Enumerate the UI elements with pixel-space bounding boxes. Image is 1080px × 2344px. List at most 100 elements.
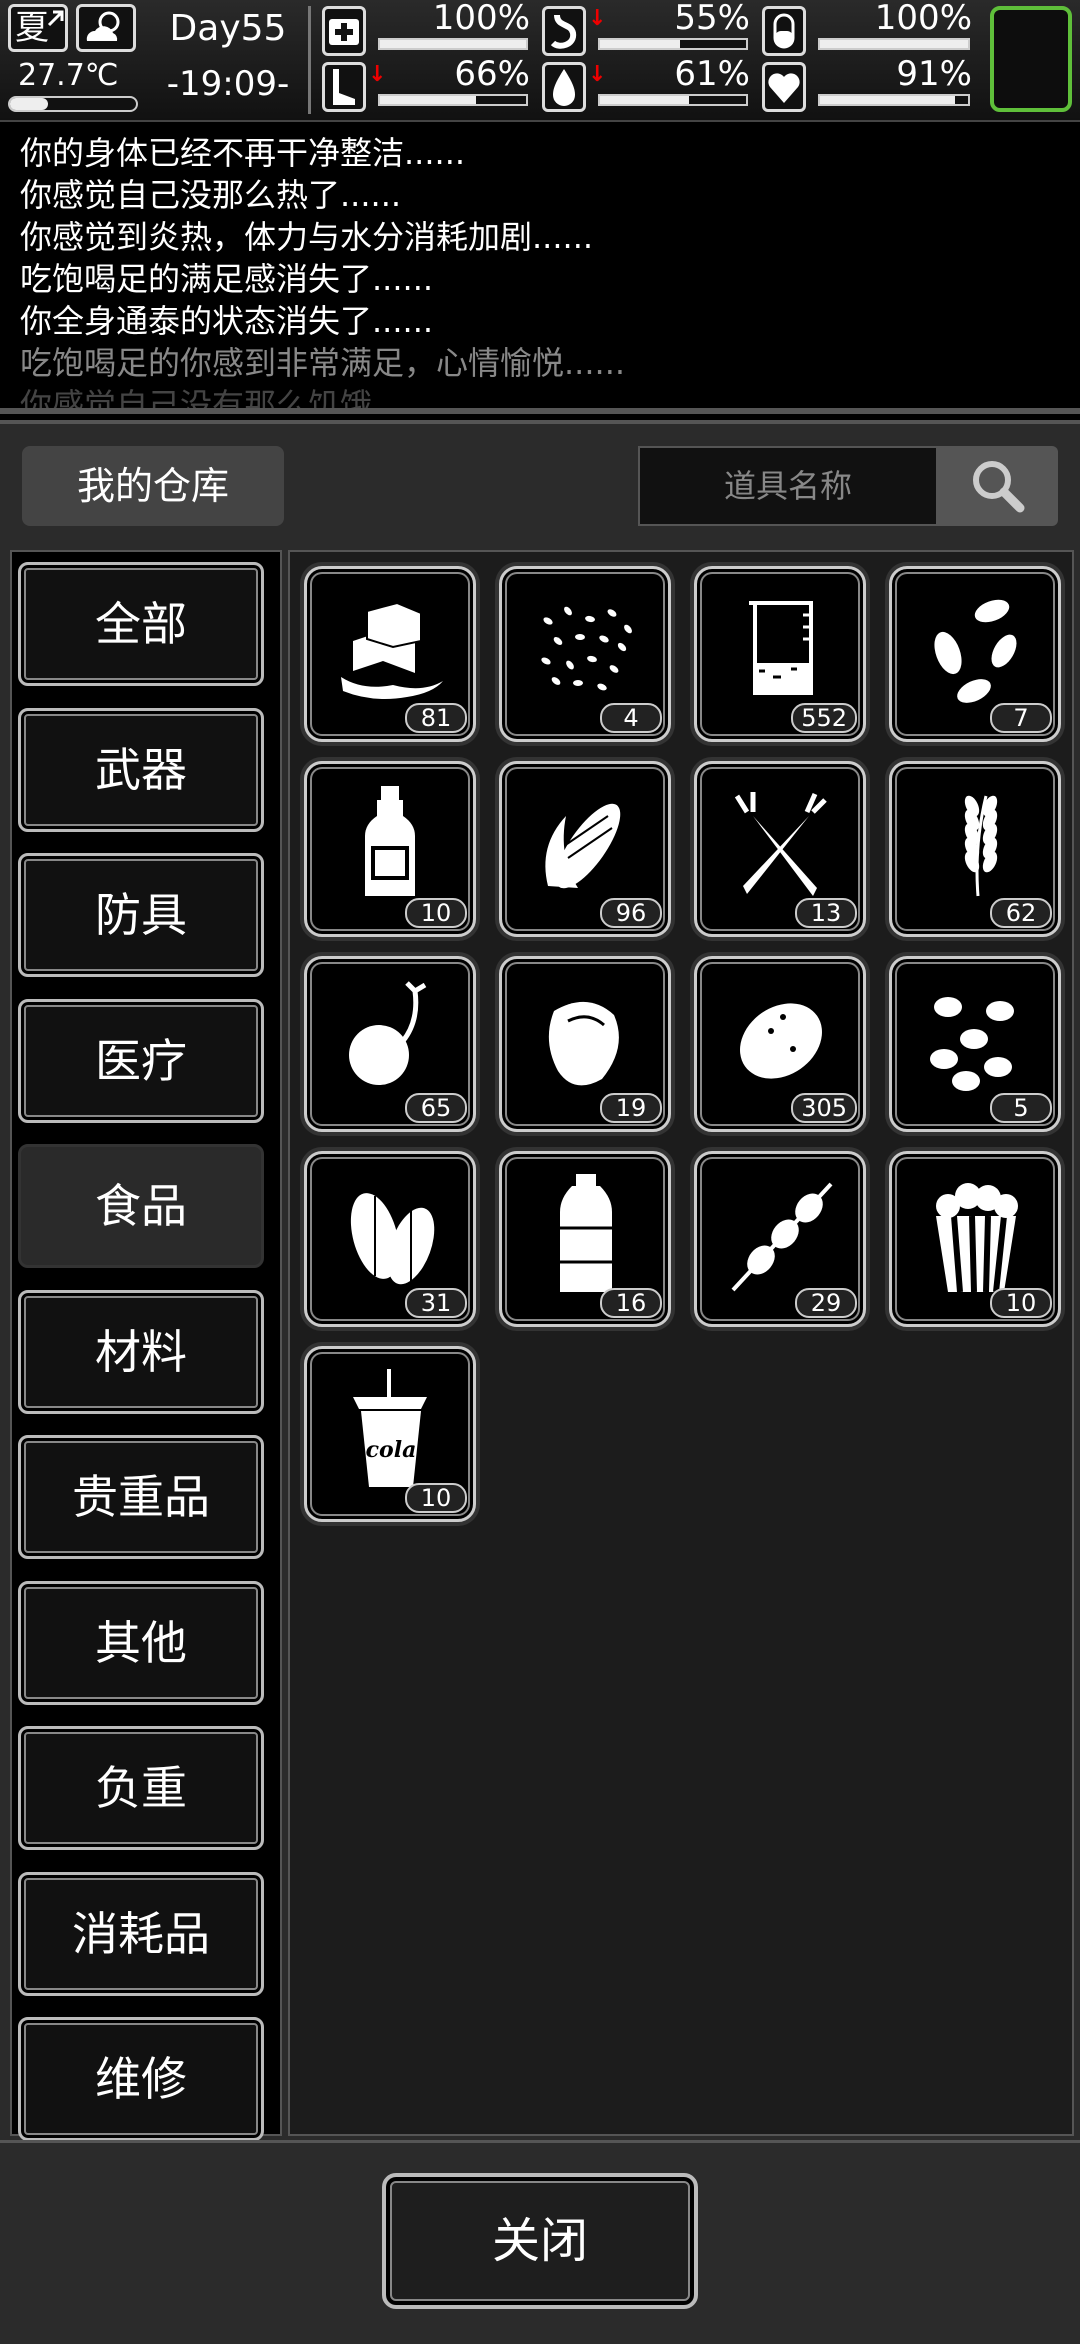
search-icon — [973, 461, 1025, 513]
search-input[interactable]: 道具名称 — [638, 446, 938, 526]
inventory-slot[interactable]: 4 — [499, 566, 671, 742]
item-count: 19 — [600, 1093, 662, 1123]
stat-sanity: 100% — [762, 0, 974, 56]
inventory-slot[interactable]: 305 — [694, 956, 866, 1132]
divider — [308, 6, 311, 114]
inventory-slot[interactable]: 10 — [304, 761, 476, 937]
thirst-value: 61% — [674, 54, 750, 94]
item-count: 13 — [795, 898, 857, 928]
log-line: 吃饱喝足的你感到非常满足，心情愉悦...... — [20, 344, 626, 382]
bottle-icon — [365, 786, 415, 896]
stamina-value: 66% — [454, 54, 530, 94]
nuts-icon — [350, 1193, 435, 1285]
beaker-icon — [749, 601, 813, 695]
meat-icon — [548, 1001, 619, 1086]
season-label: 夏 — [15, 8, 49, 48]
thirst-bar — [598, 94, 748, 106]
health-bar — [378, 38, 528, 50]
hunger-bar — [598, 38, 748, 50]
category-tab[interactable]: 其他 — [18, 1580, 264, 1705]
heart-icon — [762, 62, 806, 112]
search-button[interactable] — [938, 446, 1058, 526]
inventory-slot[interactable]: 7 — [889, 566, 1061, 742]
inventory-slot[interactable]: cola 10 — [304, 1346, 476, 1522]
stomach-icon — [542, 6, 586, 56]
cola-icon: cola — [353, 1369, 427, 1487]
svg-text:cola: cola — [366, 1437, 417, 1463]
decreasing-arrow-icon: ↓ — [368, 62, 387, 87]
day-counter: Day55 — [169, 8, 287, 49]
close-button[interactable]: 关闭 — [382, 2173, 698, 2309]
inventory-slot[interactable]: 96 — [499, 761, 671, 937]
beans-icon — [930, 997, 1014, 1091]
mood-bar — [818, 94, 970, 106]
item-count: 10 — [990, 1288, 1052, 1318]
sprout-icon — [349, 981, 427, 1085]
panel-title: 我的仓库 — [22, 446, 284, 526]
weather-icon — [76, 4, 136, 52]
item-count: 16 — [600, 1288, 662, 1318]
log-line: 你的身体已经不再干净整洁...... — [20, 134, 466, 172]
log-line: 你感觉到炎热，体力与水分消耗加剧...... — [20, 218, 594, 256]
inventory-slot[interactable]: 13 — [694, 761, 866, 937]
category-tab[interactable]: 防具 — [18, 853, 264, 977]
message-log[interactable]: 你的身体已经不再干净整洁...... 你感觉自己没那么热了...... 你感觉到… — [0, 124, 1080, 414]
item-count: 5 — [990, 1093, 1052, 1123]
inventory-slot[interactable]: 29 — [694, 1151, 866, 1327]
medkit-icon — [322, 6, 366, 56]
category-tab[interactable]: 武器 — [18, 707, 264, 832]
carrot-icon — [734, 792, 827, 896]
temperature-gauge — [8, 96, 138, 112]
health-value: 100% — [432, 0, 530, 38]
item-count: 7 — [990, 703, 1052, 733]
sanity-value: 100% — [874, 0, 972, 38]
category-tab[interactable]: 材料 — [18, 1289, 264, 1414]
item-count: 10 — [405, 898, 467, 928]
inventory-slot[interactable]: 65 — [304, 956, 476, 1132]
ice-icon — [341, 601, 443, 699]
status-bar: 夏 27.7℃ Day55 -19:09- 100% ↓ 55% 100% ↓ … — [0, 0, 1080, 122]
category-tab[interactable]: 贵重品 — [18, 1435, 264, 1559]
inventory-slot[interactable]: 81 — [304, 566, 476, 742]
stamina-bar — [378, 94, 528, 106]
potato-icon — [740, 1003, 822, 1079]
stat-mood: 91% — [762, 54, 974, 112]
log-line: 你感觉自己没有那么饥饿...... — [20, 386, 434, 414]
category-tab[interactable]: 医疗 — [18, 998, 264, 1123]
category-tab[interactable]: 维修 — [18, 2017, 264, 2141]
inventory-slot[interactable]: 62 — [889, 761, 1061, 937]
category-tab[interactable]: 负重 — [18, 1726, 264, 1850]
water-drop-icon — [542, 62, 586, 112]
inventory-slot[interactable]: 19 — [499, 956, 671, 1132]
category-tab[interactable]: 全部 — [18, 562, 264, 686]
category-tab[interactable]: 食品 — [18, 1144, 264, 1268]
water-bottle-icon — [560, 1174, 612, 1292]
inventory-slot[interactable]: 552 — [694, 566, 866, 742]
sanity-bar — [818, 38, 970, 50]
category-tab[interactable]: 消耗品 — [18, 1871, 264, 1996]
sunflower-seeds-icon — [934, 599, 1017, 703]
equipment-slot[interactable] — [990, 6, 1072, 112]
season-badge: 夏 — [8, 4, 68, 52]
stat-thirst: ↓ 61% — [542, 54, 752, 112]
item-count: 62 — [990, 898, 1052, 928]
stat-stamina: ↓ 66% — [322, 54, 532, 112]
skewer-icon — [731, 1182, 833, 1292]
inventory-slot[interactable]: 16 — [499, 1151, 671, 1327]
corn-icon — [545, 803, 621, 889]
item-count: 552 — [791, 703, 857, 733]
item-count: 31 — [405, 1288, 467, 1318]
log-line: 你全身通泰的状态消失了...... — [20, 302, 434, 340]
warehouse-panel: 我的仓库 道具名称 全部 武器 防具 医疗 食品 材料 贵重品 其他 负重 消耗品 维修 81 4 55… — [0, 420, 1080, 2344]
inventory-slot[interactable]: 10 — [889, 1151, 1061, 1327]
inventory-slot[interactable]: 5 — [889, 956, 1061, 1132]
seeds-icon — [541, 606, 632, 691]
item-count: 81 — [405, 703, 467, 733]
foot-icon — [322, 62, 366, 112]
stat-health: 100% — [322, 0, 532, 56]
log-line: 吃饱喝足的满足感消失了...... — [20, 260, 434, 298]
hunger-value: 55% — [674, 0, 750, 38]
item-count: 10 — [405, 1483, 467, 1513]
item-count: 305 — [791, 1093, 857, 1123]
inventory-slot[interactable]: 31 — [304, 1151, 476, 1327]
